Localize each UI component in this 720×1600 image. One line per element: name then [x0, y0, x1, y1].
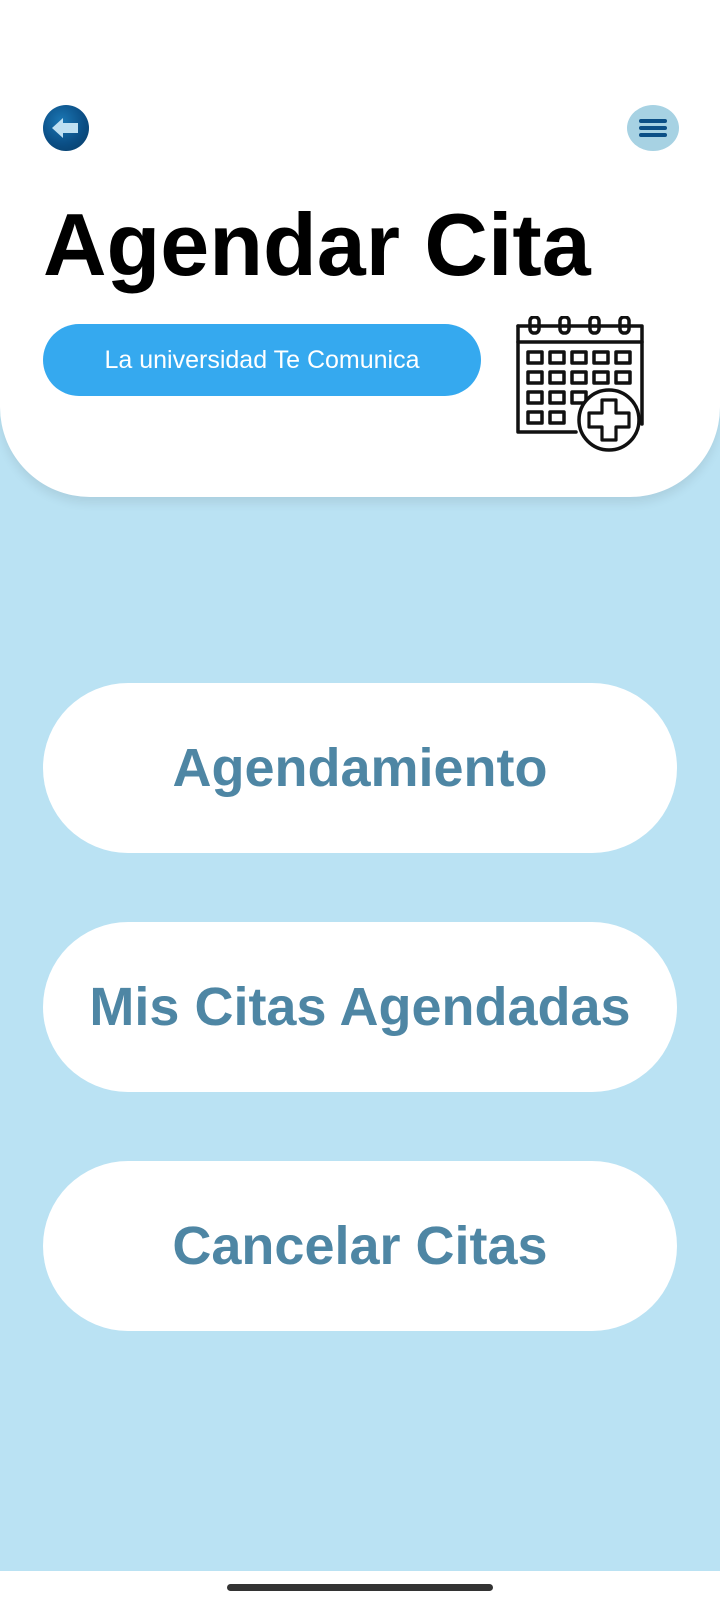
arrow-left-icon [52, 118, 78, 138]
header-card: Agendar Cita La universidad Te Comunica [0, 0, 720, 497]
menu-button[interactable] [627, 105, 679, 151]
cancel-appointments-button[interactable]: Cancelar Citas [43, 1161, 677, 1331]
university-banner-label: La universidad Te Comunica [104, 345, 420, 374]
agendamiento-button[interactable]: Agendamiento [43, 683, 677, 853]
hamburger-menu-icon [639, 119, 667, 137]
page-title: Agendar Cita [43, 195, 591, 294]
app-screen: Agendar Cita La universidad Te Comunica [0, 0, 720, 1600]
home-indicator[interactable] [227, 1584, 493, 1591]
back-button[interactable] [43, 105, 89, 151]
university-banner[interactable]: La universidad Te Comunica [43, 324, 481, 396]
my-appointments-button[interactable]: Mis Citas Agendadas [43, 922, 677, 1092]
calendar-add-icon [516, 316, 644, 452]
